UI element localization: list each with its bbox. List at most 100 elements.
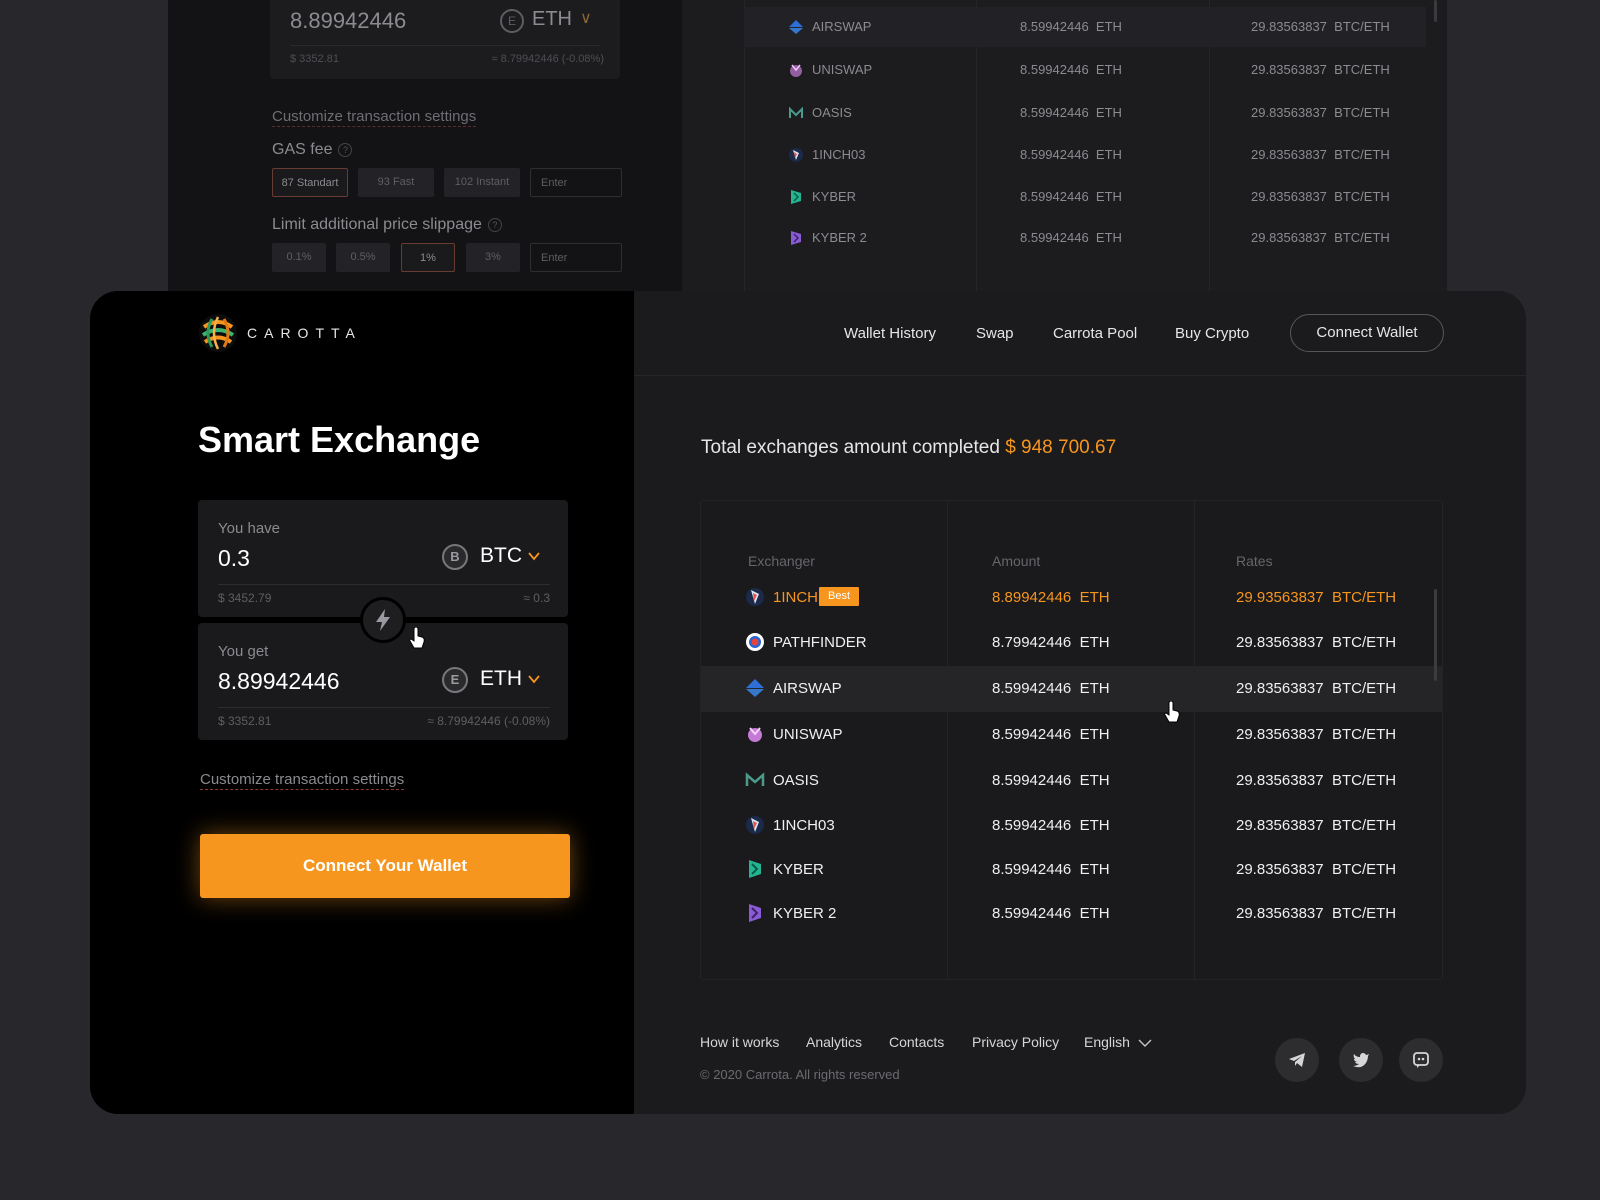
you-get-currency-select[interactable]: ETH [480, 667, 522, 691]
bg-slippage-option: 1% [401, 243, 455, 272]
discord-icon [1413, 1052, 1429, 1068]
total-label: Total exchanges amount completed [701, 437, 1000, 458]
bg-row-amount: 8.59942446 ETH [1020, 230, 1122, 245]
main-card: CAROTTA Smart Exchange You have 0.3 B BT… [90, 291, 1526, 1114]
row-amount: 8.59942446 ETH [992, 861, 1110, 878]
twitter-icon [1353, 1053, 1369, 1068]
row-rate: 29.93563837 BTC/ETH [1236, 589, 1397, 606]
bg-gas-fee-label: GAS fee? [272, 141, 353, 159]
row-rate: 29.83563837 BTC/ETH [1236, 817, 1397, 834]
exchanger-name: KYBER 2 [773, 905, 837, 922]
you-have-input[interactable]: 0.3 [218, 545, 250, 572]
help-icon: ? [487, 217, 502, 232]
bg-table-row: UNISWAP 8.59942446 ETH 29.83563837 BTC/E… [744, 50, 1426, 90]
1inch-icon [789, 148, 803, 162]
footer-link-privacy-policy[interactable]: Privacy Policy [972, 1034, 1059, 1050]
connect-wallet-button[interactable]: Connect Wallet [1290, 314, 1444, 352]
kyber-2-icon [749, 904, 761, 922]
nav-swap[interactable]: Swap [976, 325, 1014, 342]
bg-row-amount: 8.59942446 ETH [1020, 62, 1122, 77]
total-exchanges: Total exchanges amount completed $ 948 7… [701, 437, 1116, 459]
language-select[interactable]: English [1084, 1034, 1152, 1050]
you-have-approx: ≈ 0.3 [523, 591, 550, 605]
chevron-down-icon[interactable] [528, 550, 540, 562]
carotta-logo-icon [199, 314, 237, 352]
table-row[interactable]: KYBER 8.59942446 ETH 29.83563837 BTC/ETH [701, 847, 1442, 893]
telegram-icon [1289, 1053, 1305, 1067]
chevron-down-icon[interactable] [528, 673, 540, 685]
bg-you-get-approx: ≈ 8.79942446 (-0.08%) [491, 53, 604, 65]
bg-row-name: AIRSWAP [812, 19, 872, 34]
divider [218, 584, 550, 585]
twitter-button[interactable] [1339, 1038, 1383, 1082]
customize-settings-link[interactable]: Customize transaction settings [200, 771, 405, 790]
oasis-icon [745, 772, 765, 786]
bg-gas-enter: Enter [530, 168, 622, 197]
telegram-button[interactable] [1275, 1038, 1319, 1082]
row-rate: 29.83563837 BTC/ETH [1236, 634, 1397, 651]
connect-your-wallet-button[interactable]: Connect Your Wallet [200, 834, 570, 898]
you-get-input[interactable]: 8.89942446 [218, 668, 340, 695]
hand-cursor-icon [409, 627, 425, 649]
kyber-2-icon [791, 231, 801, 245]
footer-link-how-it-works[interactable]: How it works [700, 1034, 779, 1050]
table-row[interactable]: OASIS 8.59942446 ETH 29.83563837 BTC/ETH [701, 758, 1442, 804]
you-get-label: You get [218, 643, 269, 660]
bg-scrollbar [1434, 0, 1437, 22]
bg-row-name: KYBER 2 [812, 230, 867, 245]
swap-button[interactable] [360, 597, 406, 643]
table-row[interactable]: AIRSWAP 8.59942446 ETH 29.83563837 BTC/E… [701, 666, 1442, 712]
bg-row-amount: 8.59942446 ETH [1020, 189, 1122, 204]
table-row[interactable]: UNISWAP 8.59942446 ETH 29.83563837 BTC/E… [701, 712, 1442, 758]
you-have-currency-select[interactable]: BTC [480, 544, 522, 568]
bg-gas-option: 93 Fast [358, 168, 434, 197]
row-amount: 8.59942446 ETH [992, 817, 1110, 834]
pathfinder-icon [746, 633, 764, 651]
best-badge: Best [819, 587, 860, 606]
discord-button[interactable] [1399, 1038, 1443, 1082]
table-row[interactable]: PATHFINDER 8.79942446 ETH 29.83563837 BT… [701, 620, 1442, 666]
column-header-exchanger: Exchanger [748, 553, 815, 569]
btc-coin-icon: B [442, 544, 468, 570]
footer-link-contacts[interactable]: Contacts [889, 1034, 944, 1050]
divider [290, 45, 600, 46]
copyright: © 2020 Carrota. All rights reserved [700, 1067, 900, 1082]
bg-table-row: KYBER 8.59942446 ETH 29.83563837 BTC/ETH [744, 177, 1426, 217]
bg-table-row: AIRSWAP 8.59942446 ETH 29.83563837 BTC/E… [744, 7, 1426, 47]
1inch-icon [746, 816, 764, 834]
table-row[interactable]: 1INCH03 8.59942446 ETH 29.83563837 BTC/E… [701, 803, 1442, 849]
nav-carrota-pool[interactable]: Carrota Pool [1053, 325, 1137, 342]
you-get-usd: $ 3352.81 [218, 714, 272, 728]
nav-wallet-history[interactable]: Wallet History [844, 325, 936, 342]
total-amount: $ 948 700.67 [1005, 437, 1117, 458]
exchanger-name: OASIS [773, 772, 819, 789]
bg-gas-option: 87 Standart [272, 168, 348, 197]
row-amount: 8.59942446 ETH [992, 772, 1110, 789]
bg-slippage-enter: Enter [530, 243, 622, 272]
row-amount: 8.59942446 ETH [992, 726, 1110, 743]
bg-you-get-value: 8.89942446 [290, 8, 407, 33]
row-amount: 8.59942446 ETH [992, 680, 1110, 697]
table-scrollbar[interactable] [1434, 589, 1437, 681]
exchangers-table: Exchanger Amount Rates 1INCH Best 8.8994… [700, 500, 1443, 980]
kyber-icon [749, 860, 761, 878]
column-header-amount: Amount [992, 553, 1041, 569]
page-title: Smart Exchange [198, 419, 481, 460]
bg-row-name: 1INCH03 [812, 147, 866, 162]
chevron-down-icon: ∨ [580, 10, 592, 27]
bg-row-amount: 8.59942446 ETH [1020, 147, 1122, 162]
bg-row-rate: 29.83563837 BTC/ETH [1251, 147, 1390, 162]
table-row[interactable]: KYBER 2 8.59942446 ETH 29.83563837 BTC/E… [701, 891, 1442, 937]
table-row[interactable]: 1INCH Best 8.89942446 ETH 29.93563837 BT… [701, 575, 1442, 621]
bg-row-name: UNISWAP [812, 62, 873, 77]
exchanger-name: KYBER [773, 861, 824, 878]
footer-link-analytics[interactable]: Analytics [806, 1034, 862, 1050]
bg-you-get-box: 8.89942446 E ETH ∨ $ 3352.81 ≈ 8.7994244… [270, 0, 620, 79]
exchanger-name: PATHFINDER [773, 634, 867, 651]
exchanger-name: UNISWAP [773, 726, 843, 743]
bg-slippage-option: 0.5% [336, 243, 390, 272]
row-rate: 29.83563837 BTC/ETH [1236, 905, 1397, 922]
bg-slippage-label: Limit additional price slippage? [272, 216, 502, 234]
divider [218, 707, 550, 708]
nav-buy-crypto[interactable]: Buy Crypto [1175, 325, 1249, 342]
